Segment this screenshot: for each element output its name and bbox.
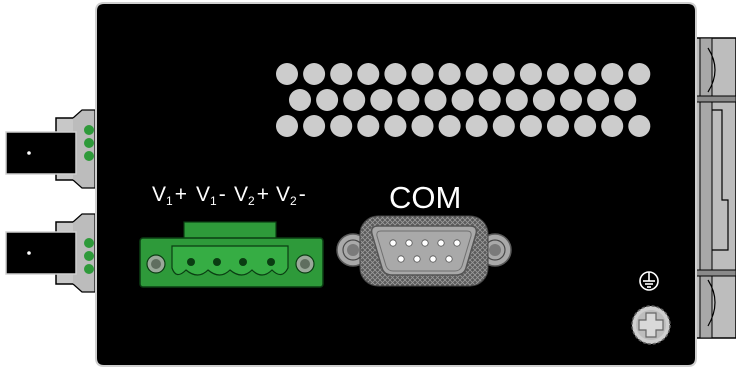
db9-pin [453,239,461,247]
vent-hole [628,115,651,137]
fiber-led-icon [84,125,94,135]
com-port-db9-connector [336,215,512,287]
vent-hole [574,63,597,85]
db9-pin [389,239,397,247]
fiber-led-icon [84,138,94,148]
vent-hole [614,89,637,111]
vent-hole [465,115,488,137]
vent-hole [357,115,380,137]
vent-hole [316,89,339,111]
vent-hole [343,89,366,111]
fiber-led-icon [84,238,94,248]
vent-hole [276,115,298,137]
db9-pin [421,239,429,247]
fiber-port-indicator-icon [27,151,31,155]
vent-hole [330,63,353,85]
vent-hole [397,89,420,111]
fiber-connector-1 [5,109,96,189]
vent-hole [411,63,434,85]
vent-hole [547,63,569,85]
db9-pin [405,239,413,247]
vent-hole [303,115,326,137]
vent-hole [465,63,488,85]
vent-hole [384,115,407,137]
vent-hole [438,115,461,137]
vent-hole [628,63,651,85]
vent-hole [601,115,624,137]
vent-hole [560,89,582,111]
vent-hole [492,63,515,85]
vent-hole [303,63,326,85]
vent-hole [492,115,515,137]
db9-pin [413,255,421,263]
ground-screw [631,305,671,345]
vent-hole [478,89,501,111]
fiber-connector-2 [5,213,96,293]
fiber-led-icon [84,264,94,274]
vent-hole [547,115,569,137]
vent-hole [574,115,597,137]
vent-hole [451,89,474,111]
vent-hole [411,115,434,137]
vent-hole [276,63,298,85]
vent-hole [601,63,624,85]
db9-pin [397,255,405,263]
right-mounting-bracket [692,37,736,339]
vent-hole [330,115,353,137]
fiber-led-icon [84,251,94,261]
vent-hole [587,89,610,111]
vent-hole [384,63,407,85]
vent-hole [519,63,542,85]
fiber-port-indicator-icon [27,251,31,255]
vent-hole [519,115,542,137]
vent-hole [289,89,311,111]
vent-hole [424,89,447,111]
vent-hole [357,63,380,85]
db9-pin [437,239,445,247]
fiber-led-icon [84,151,94,161]
vent-hole [532,89,555,111]
vent-hole [505,89,528,111]
device-rear-panel-diagram: V1+ V1- V2+ V2- COM [5,2,736,367]
db9-pin [445,255,453,263]
db9-pin [429,255,437,263]
com-port-label: COM [389,180,461,215]
vent-hole [438,63,461,85]
vent-hole [370,89,393,111]
